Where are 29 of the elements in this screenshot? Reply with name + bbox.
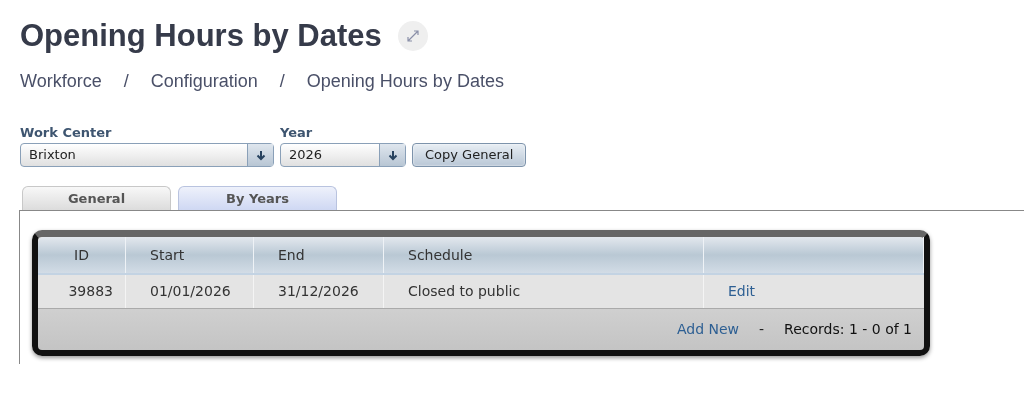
column-header: Schedule: [408, 245, 473, 265]
expand-icon: [405, 29, 420, 43]
column-header: End: [278, 245, 305, 265]
breadcrumb-separator: /: [122, 70, 130, 93]
edit-link[interactable]: Edit: [728, 281, 756, 302]
copy-general-button[interactable]: Copy General: [412, 143, 527, 167]
tab[interactable]: By Years: [178, 186, 337, 210]
dropdown[interactable]: Brixton: [20, 143, 274, 167]
field-label: Year: [280, 125, 314, 141]
table-cell: 01/01/2026: [126, 275, 254, 308]
breadcrumb-separator: /: [278, 70, 286, 93]
column-header: ID: [74, 245, 89, 265]
arrow-down-icon: [255, 149, 266, 161]
page-title: Opening Hours by Dates: [20, 18, 382, 54]
records-count: Records: 1 - 0 of 1: [784, 320, 912, 339]
field-label: Work Center: [20, 125, 113, 141]
table-cell: Closed to public: [384, 275, 704, 308]
add-new-link[interactable]: Add New: [676, 319, 740, 340]
column-header: Start: [150, 245, 185, 265]
breadcrumb-link[interactable]: Workforce: [20, 68, 102, 95]
breadcrumb-link[interactable]: Opening Hours by Dates: [306, 68, 504, 95]
breadcrumb-link[interactable]: Configuration: [150, 68, 258, 95]
dropdown[interactable]: 2026: [280, 143, 406, 167]
tab[interactable]: General: [22, 186, 171, 210]
arrow-down-icon: [387, 149, 398, 161]
table-cell: 31/12/2026: [254, 275, 384, 308]
expand-button[interactable]: [397, 21, 428, 51]
table-cell: 39883: [38, 275, 126, 308]
footer-separator: -: [759, 320, 765, 339]
